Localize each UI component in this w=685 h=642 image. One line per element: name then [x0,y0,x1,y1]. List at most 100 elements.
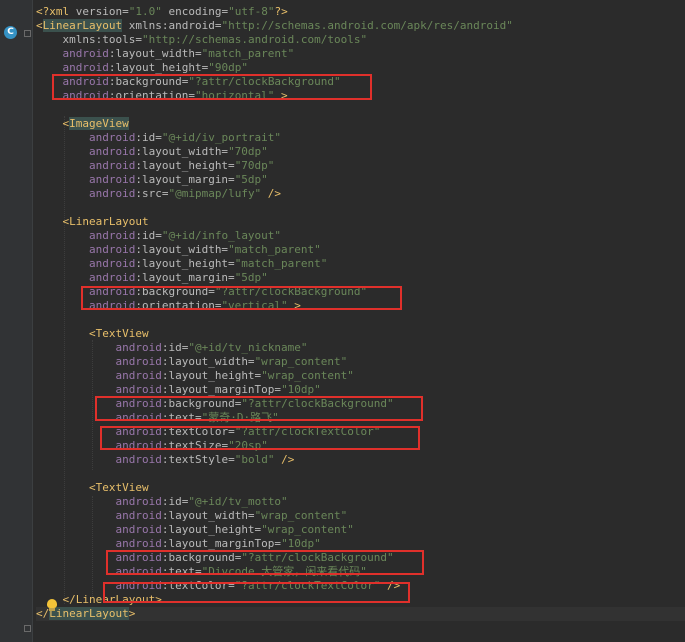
code-token: :id= [161,341,189,354]
code-line[interactable]: <TextView [36,481,685,495]
code-line[interactable]: <LinearLayout [36,215,685,229]
code-line[interactable]: <?xml version="1.0" encoding="utf-8"?> [36,5,685,19]
code-token: "wrap_content" [261,523,354,536]
code-line[interactable]: <TextView [36,327,685,341]
code-token: "1.0" [128,5,162,18]
code-token: :id= [135,229,162,242]
code-line[interactable]: android:layout_margin="5dp" [36,271,685,285]
fold-marker[interactable] [24,625,31,632]
code-line[interactable]: android:layout_height="90dp" [36,61,685,75]
code-token: :layout_height= [108,61,209,74]
code-token: android [115,341,162,354]
code-line[interactable]: android:id="@+id/iv_portrait" [36,131,685,145]
code-token: "@+id/tv_motto" [188,495,288,508]
code-token: /> [274,453,295,466]
code-line[interactable] [36,103,685,117]
code-token: android [115,509,162,522]
class-icon[interactable]: C [4,26,17,39]
code-token: "5dp" [234,271,268,284]
code-line[interactable] [36,313,685,327]
code-token: < [36,19,43,32]
code-token: :textStyle= [161,453,235,466]
code-line[interactable]: android:layout_height="wrap_content" [36,523,685,537]
code-token: :id= [135,131,162,144]
code-token: android [88,145,136,158]
code-line[interactable]: android:id="@+id/info_layout" [36,229,685,243]
code-token: :layout_margin= [135,271,235,284]
code-token: "10dp" [281,537,321,550]
code-token: android [115,355,162,368]
code-token: "70dp" [234,159,275,172]
code-line[interactable] [36,201,685,215]
code-line[interactable]: android:id="@+id/tv_nickname" [36,341,685,355]
code-token: "90dp" [208,61,248,74]
code-token: android [88,243,136,256]
code-token: android [88,257,136,270]
code-token: :layout_marginTop= [161,383,282,396]
code-line[interactable]: <ImageView [36,117,685,131]
code-line[interactable]: </LinearLayout> [36,607,685,621]
code-token: "utf-8" [228,5,275,18]
highlight-box [95,396,423,421]
code-line[interactable]: android:layout_height="70dp" [36,159,685,173]
code-token: "10dp" [281,383,321,396]
code-line[interactable]: android:id="@+id/tv_motto" [36,495,685,509]
fold-marker[interactable] [24,30,31,37]
code-line[interactable]: android:layout_width="wrap_content" [36,509,685,523]
lightbulb-icon[interactable] [47,599,57,611]
code-token: android [62,47,109,60]
code-line[interactable]: android:layout_marginTop="10dp" [36,537,685,551]
lightbulb-glass [47,599,57,608]
code-token: :layout_height= [135,159,235,172]
code-line[interactable]: android:layout_width="wrap_content" [36,355,685,369]
highlight-box [100,426,420,450]
code-token: "70dp" [228,145,268,158]
code-line[interactable]: android:layout_width="match_parent" [36,243,685,257]
code-token: android [115,523,162,536]
code-token: :src= [135,187,169,200]
code-line[interactable]: xmlns:tools="http://schemas.android.com/… [36,33,685,47]
code-token: LinearLayout [42,19,123,32]
code-token: android [115,369,162,382]
code-token: :layout_height= [161,369,262,382]
code-token: LinearLayout [69,215,149,228]
code-line[interactable]: <LinearLayout xmlns:android="http://sche… [36,19,685,33]
code-line[interactable] [36,467,685,481]
code-line[interactable]: android:layout_width="match_parent" [36,47,685,61]
code-token: TextView [95,327,149,340]
code-token: :layout_margin= [135,173,235,186]
code-token: "@+id/tv_nickname" [188,341,308,354]
code-token: :id= [161,495,189,508]
code-line[interactable]: android:layout_width="70dp" [36,145,685,159]
code-line[interactable]: android:layout_margin="5dp" [36,173,685,187]
code-token: android [115,453,162,466]
code-token: > [128,607,136,620]
code-token: "5dp" [234,173,268,186]
code-token: "@+id/info_layout" [161,229,282,242]
code-token: "match_parent" [234,257,328,270]
code-token: /> [261,187,282,200]
code-token: android [88,187,136,200]
code-line[interactable]: android:layout_marginTop="10dp" [36,383,685,397]
code-line[interactable]: android:layout_height="match_parent" [36,257,685,271]
code-line[interactable]: android:layout_height="wrap_content" [36,369,685,383]
code-token: android [88,229,136,242]
code-token: encoding= [161,5,229,18]
code-line[interactable]: android:textStyle="bold" /> [36,453,685,467]
code-line[interactable]: android:src="@mipmap/lufy" /> [36,187,685,201]
